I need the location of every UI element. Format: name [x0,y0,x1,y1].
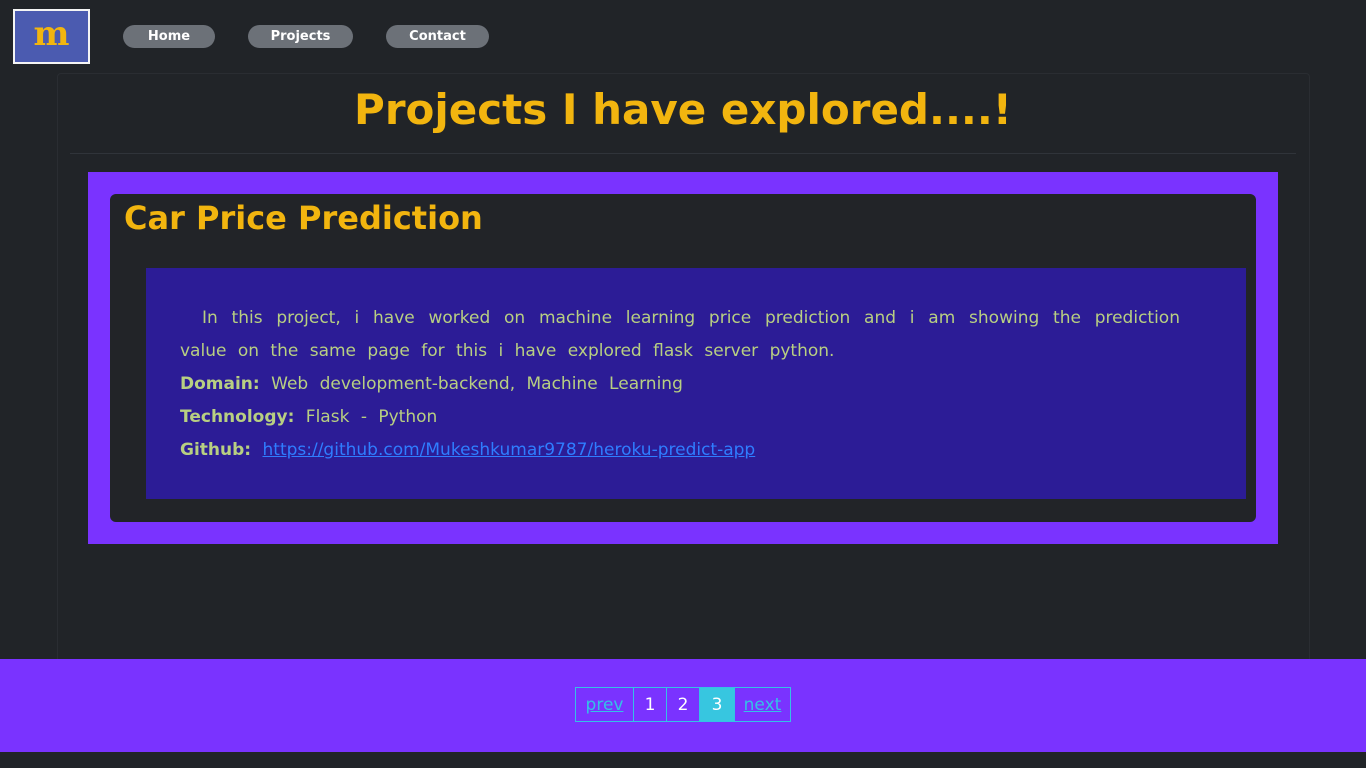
pagination-prev-link[interactable]: prev [575,687,634,722]
pagination-page-1[interactable]: 1 [633,687,667,722]
description-text: In this project, i have worked on machin… [180,308,1180,361]
domain-value: Web development-backend, Machine Learnin… [271,374,683,394]
technology-value: Flask - Python [305,407,438,427]
description-paragraph: In this project, i have worked on machin… [180,302,1180,368]
top-navbar: m Home Projects Contact [0,0,1366,72]
domain-row: Domain: Web development-backend, Machine… [180,368,1180,401]
nav-projects-button[interactable]: Projects [248,25,353,48]
domain-label: Domain: [180,374,260,394]
pagination-next-link[interactable]: next [734,687,791,722]
title-divider [70,153,1296,154]
github-row: Github: https://github.com/Mukeshkumar97… [180,434,1180,467]
technology-row: Technology: Flask - Python [180,401,1180,434]
project-description: In this project, i have worked on machin… [180,302,1180,467]
logo-letter: m [33,13,70,54]
nav-contact-button[interactable]: Contact [386,25,489,48]
logo-mark: m [15,11,88,62]
github-label: Github: [180,440,252,460]
nav-home-button[interactable]: Home [123,25,215,48]
pagination-page-2[interactable]: 2 [666,687,700,722]
page-title: Projects I have explored....! [354,85,1012,134]
pagination-page-3-active[interactable]: 3 [699,687,735,722]
site-logo[interactable]: m [13,9,90,64]
technology-label: Technology: [180,407,295,427]
github-link[interactable]: https://github.com/Mukeshkumar9787/herok… [263,440,756,460]
pagination: prev 1 2 3 next [575,687,791,722]
project-title: Car Price Prediction [124,199,483,237]
